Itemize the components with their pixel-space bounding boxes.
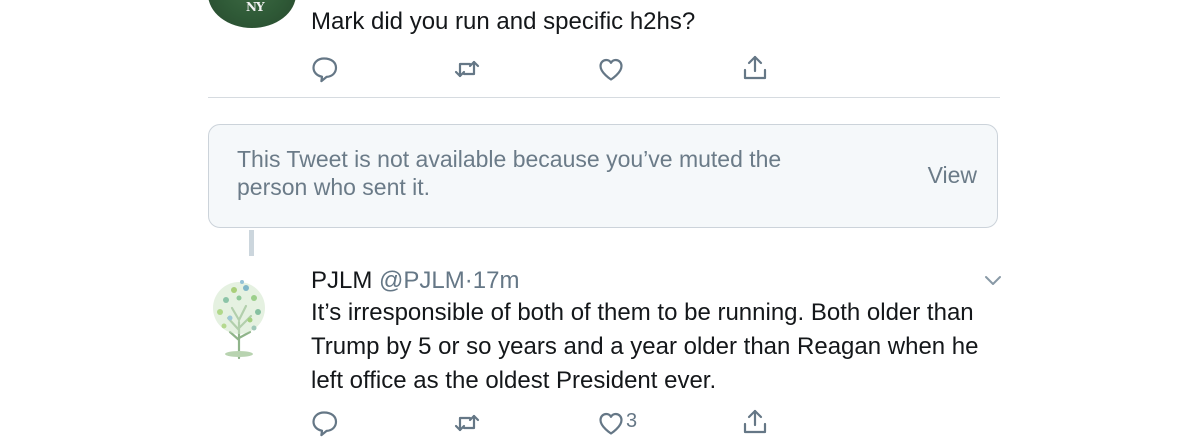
chevron-down-icon[interactable] bbox=[980, 268, 1006, 294]
reply-icon[interactable] bbox=[309, 408, 339, 438]
muted-tweet-notice: This Tweet is not available because you’… bbox=[208, 124, 998, 228]
share-icon[interactable] bbox=[740, 53, 770, 83]
tweet-text: Mark did you run and specific h2hs? bbox=[311, 8, 696, 35]
like-count: 3 bbox=[626, 410, 638, 432]
reply-icon[interactable] bbox=[309, 54, 339, 84]
heart-icon[interactable] bbox=[596, 408, 626, 438]
display-name[interactable]: PJLM bbox=[311, 267, 372, 294]
thread-connector bbox=[249, 230, 254, 256]
heart-icon[interactable] bbox=[596, 54, 626, 84]
retweet-icon[interactable] bbox=[452, 408, 482, 438]
muted-notice-message: This Tweet is not available because you’… bbox=[237, 146, 782, 200]
tweet-text: It’s irresponsible of both of them to be… bbox=[311, 299, 979, 394]
divider bbox=[208, 97, 1000, 98]
avatar-logo-text: NY bbox=[246, 0, 265, 14]
user-handle[interactable]: @PJLM bbox=[379, 267, 465, 294]
view-button[interactable]: View bbox=[928, 162, 977, 189]
tweet-timestamp[interactable]: 17m bbox=[473, 267, 520, 294]
avatar[interactable] bbox=[206, 270, 272, 360]
tree-logo bbox=[213, 280, 265, 360]
tweet-header: PJLM @PJLM·17m bbox=[311, 265, 519, 297]
header-separator: · bbox=[464, 267, 473, 294]
share-icon[interactable] bbox=[740, 407, 770, 437]
retweet-icon[interactable] bbox=[452, 54, 482, 84]
avatar[interactable]: NY bbox=[208, 0, 296, 28]
